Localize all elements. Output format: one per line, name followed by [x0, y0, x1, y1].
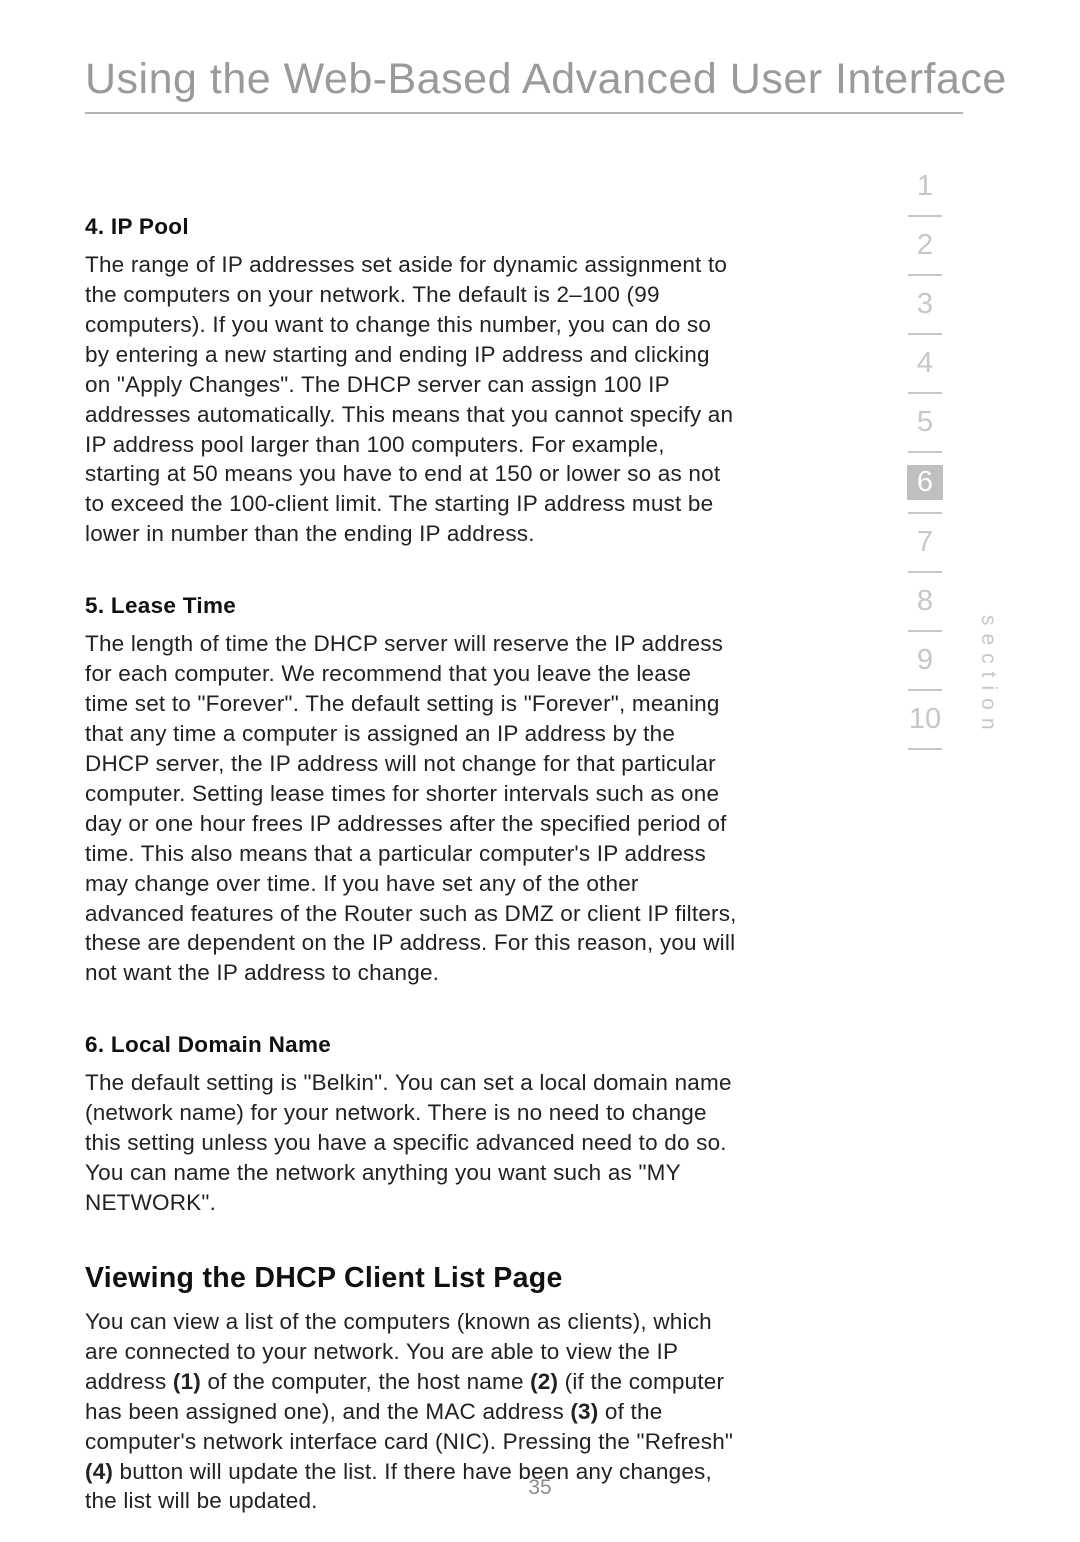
heading-ip-pool: 4. IP Pool	[85, 214, 740, 240]
heading-dhcp-client-list: Viewing the DHCP Client List Page	[85, 1262, 740, 1295]
section-nav-item-4[interactable]: 4	[907, 347, 943, 380]
nav-separator	[908, 215, 942, 217]
section-nav-item-6-active[interactable]: 6	[907, 465, 943, 500]
dhcp-ref-1: (1)	[173, 1369, 201, 1394]
section-nav-col: 1 2 3 4 5 6 7 8 9 10	[895, 170, 955, 750]
nav-separator	[908, 274, 942, 276]
section-nav-item-1[interactable]: 1	[907, 170, 943, 203]
nav-separator	[908, 512, 942, 514]
body-lease-time: The length of time the DHCP server will …	[85, 629, 740, 988]
nav-separator	[908, 571, 942, 573]
nav-separator	[908, 333, 942, 335]
section-nav-item-3[interactable]: 3	[907, 288, 943, 321]
heading-local-domain: 6. Local Domain Name	[85, 1032, 740, 1058]
section-nav-item-10[interactable]: 10	[907, 703, 943, 736]
content-area: 4. IP Pool The range of IP addresses set…	[0, 114, 740, 1516]
dhcp-ref-2: (2)	[530, 1369, 558, 1394]
section-nav-item-2[interactable]: 2	[907, 229, 943, 262]
nav-separator	[908, 689, 942, 691]
section-nav-item-9[interactable]: 9	[907, 644, 943, 677]
page-title: Using the Web-Based Advanced User Interf…	[0, 0, 1080, 112]
nav-separator	[908, 748, 942, 750]
section-nav-item-8[interactable]: 8	[907, 585, 943, 618]
page-number: 35	[0, 1476, 1080, 1500]
dhcp-ref-3: (3)	[570, 1399, 598, 1424]
nav-separator	[908, 392, 942, 394]
section-label: section	[976, 615, 1000, 738]
heading-lease-time: 5. Lease Time	[85, 593, 740, 619]
body-local-domain: The default setting is "Belkin". You can…	[85, 1068, 740, 1218]
section-nav: 1 2 3 4 5 6 7 8 9 10 section	[895, 170, 1010, 750]
section-nav-item-5[interactable]: 5	[907, 406, 943, 439]
nav-separator	[908, 451, 942, 453]
nav-separator	[908, 630, 942, 632]
section-nav-item-7[interactable]: 7	[907, 526, 943, 559]
body-ip-pool: The range of IP addresses set aside for …	[85, 250, 740, 549]
dhcp-text-mid1: of the computer, the host name	[201, 1369, 530, 1394]
